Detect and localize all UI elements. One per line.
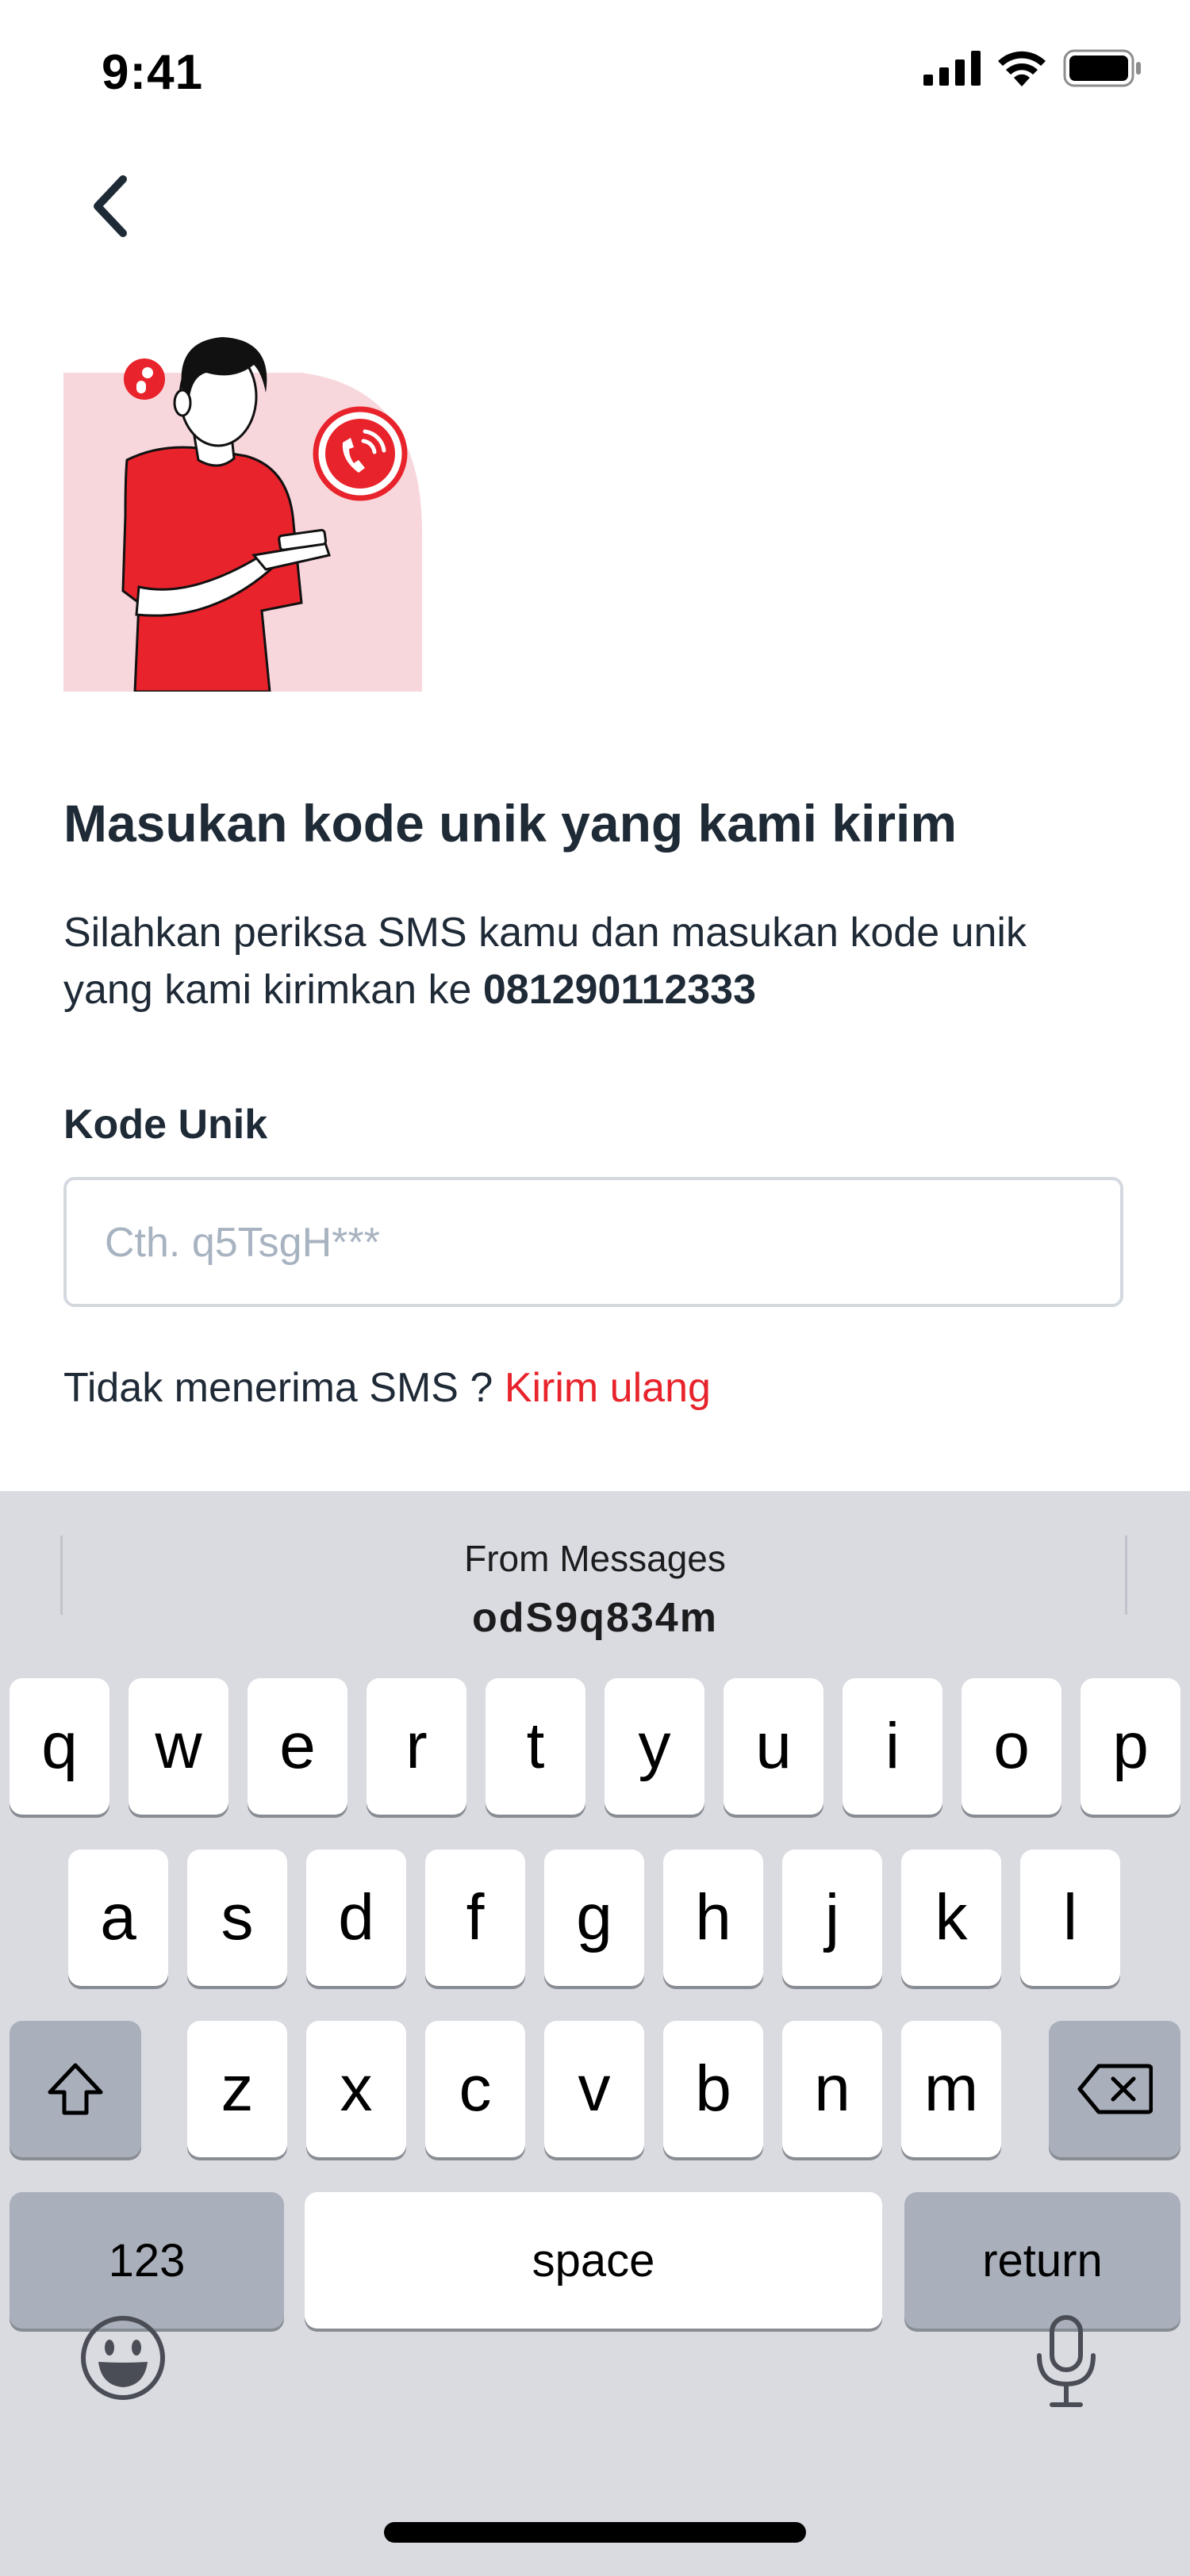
- status-time: 9:41: [102, 45, 204, 100]
- key-h[interactable]: h: [663, 1850, 763, 1986]
- key-t[interactable]: t: [486, 1678, 585, 1815]
- key-m[interactable]: m: [901, 2021, 1001, 2157]
- resend-link[interactable]: Kirim ulang: [505, 1365, 711, 1411]
- space-key[interactable]: space: [305, 2192, 882, 2329]
- key-w[interactable]: w: [129, 1678, 228, 1815]
- key-c[interactable]: c: [425, 2021, 525, 2157]
- wifi-icon: [998, 51, 1046, 86]
- key-i[interactable]: i: [843, 1678, 942, 1815]
- back-button[interactable]: [71, 159, 151, 254]
- key-b[interactable]: b: [663, 2021, 763, 2157]
- key-r[interactable]: r: [367, 1678, 466, 1815]
- microphone-button[interactable]: [1028, 2314, 1104, 2409]
- suggestion-code: odS9q834m: [472, 1595, 718, 1641]
- resend-row: Tidak menerima SMS ? Kirim ulang: [63, 1364, 711, 1412]
- key-n[interactable]: n: [782, 2021, 882, 2157]
- page-description: Silahkan periksa SMS kamu dan masukan ko…: [63, 904, 1127, 1018]
- code-input[interactable]: [103, 1180, 1074, 1305]
- key-y[interactable]: y: [605, 1678, 704, 1815]
- signal-icon: [923, 51, 981, 86]
- return-key[interactable]: return: [904, 2192, 1180, 2329]
- key-x[interactable]: x: [306, 2021, 406, 2157]
- code-field[interactable]: [63, 1177, 1123, 1307]
- keyboard: From Messages odS9q834m q w e r t y u i …: [0, 1491, 1190, 2576]
- home-indicator[interactable]: [384, 2522, 806, 2543]
- code-field-label: Kode Unik: [63, 1102, 268, 1148]
- battery-icon: [1063, 49, 1141, 87]
- key-u[interactable]: u: [724, 1678, 823, 1815]
- shift-key[interactable]: [10, 2021, 141, 2157]
- resend-prefix: Tidak menerima SMS ?: [63, 1365, 505, 1411]
- shift-icon: [48, 2063, 103, 2115]
- delete-icon: [1077, 2064, 1153, 2114]
- key-v[interactable]: v: [544, 2021, 644, 2157]
- numbers-key[interactable]: 123: [10, 2192, 284, 2329]
- suggestion-source: From Messages: [464, 1538, 726, 1579]
- delete-key[interactable]: [1049, 2021, 1180, 2157]
- page-title: Masukan kode unik yang kami kirim: [63, 794, 958, 853]
- emoji-button[interactable]: [79, 2314, 167, 2402]
- emoji-icon: [81, 2316, 165, 2400]
- key-j[interactable]: j: [782, 1850, 882, 1986]
- key-q[interactable]: q: [10, 1678, 109, 1815]
- status-icons: [923, 49, 1142, 87]
- key-e[interactable]: e: [248, 1678, 347, 1815]
- key-z[interactable]: z: [187, 2021, 287, 2157]
- key-d[interactable]: d: [306, 1850, 406, 1986]
- back-chevron-icon: [94, 175, 127, 237]
- key-p[interactable]: p: [1081, 1678, 1180, 1815]
- key-s[interactable]: s: [187, 1850, 287, 1986]
- key-g[interactable]: g: [544, 1850, 644, 1986]
- illustration-person-phone: [63, 337, 422, 692]
- phone-number: 081290112333: [482, 967, 757, 1013]
- key-l[interactable]: l: [1020, 1850, 1120, 1986]
- key-k[interactable]: k: [901, 1850, 1001, 1986]
- microphone-icon: [1037, 2315, 1096, 2407]
- key-a[interactable]: a: [68, 1850, 168, 1986]
- key-f[interactable]: f: [425, 1850, 525, 1986]
- autofill-suggestion[interactable]: From Messages odS9q834m: [95, 1507, 1095, 1642]
- key-o[interactable]: o: [962, 1678, 1061, 1815]
